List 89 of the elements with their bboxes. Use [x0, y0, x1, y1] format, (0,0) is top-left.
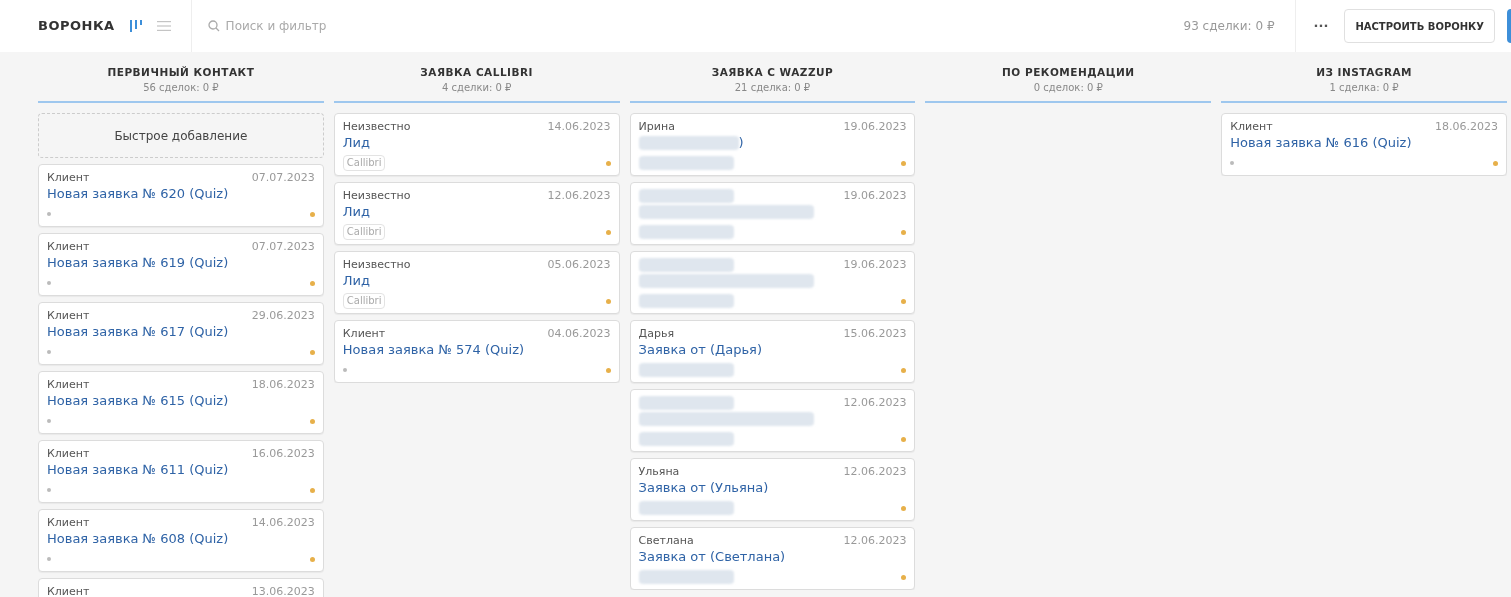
deal-date: 04.06.2023 [547, 327, 611, 341]
deal-date: 14.06.2023 [251, 516, 315, 530]
column-title: ПЕРВИЧНЫЙ КОНТАКТ [107, 65, 255, 80]
source-tag: Callibri [342, 293, 386, 309]
deal-card[interactable]: Клиент 13.06.2023 [38, 578, 324, 597]
search-icon [207, 20, 220, 32]
deal-title[interactable]: Лид [342, 272, 370, 289]
deal-date: 05.06.2023 [547, 258, 611, 272]
deal-card[interactable]: Ульяна 12.06.2023 Заявка от (Ульяна) [629, 458, 916, 521]
deal-card[interactable]: Клиент 18.06.2023 Новая заявка № 616 (Quiz) [1221, 113, 1507, 176]
deal-title[interactable]: Заявка от (Дарья) [638, 341, 762, 358]
deal-card[interactable]: Неизвестно 05.06.2023 Лид Callibri [333, 251, 620, 314]
column-title: ИЗ INSTAGRAM [1316, 65, 1413, 80]
deal-title[interactable]: Новая заявка № 615 (Quiz) [47, 392, 229, 409]
deal-date: 19.06.2023 [843, 258, 907, 272]
deal-card[interactable]: Клиент 04.06.2023 Новая заявка № 574 (Quiz) [333, 320, 620, 383]
deal-date: 07.07.2023 [251, 240, 315, 254]
contact-name: Неизвестно [342, 258, 411, 272]
deal-title[interactable]: Лид [342, 134, 370, 151]
deal-title[interactable]: Заявка от (Светлана) [638, 548, 786, 565]
deal-card[interactable]: Неизвестно 14.06.2023 Лид Callibri [333, 113, 620, 176]
deal-title[interactable]: Новая заявка № 611 (Quiz) [47, 461, 229, 478]
column-title: ЗАЯВКА С WAZZUP [711, 65, 834, 80]
more-button[interactable]: ··· [1309, 16, 1333, 36]
deal-title[interactable]: Новая заявка № 608 (Quiz) [47, 530, 229, 547]
deal-card[interactable]: Дарья 15.06.2023 Заявка от (Дарья) [629, 320, 916, 383]
column-summary: 1 сделка: 0 ₽ [1329, 81, 1399, 95]
deal-date: 16.06.2023 [251, 447, 315, 461]
deal-title[interactable]: Новая заявка № 619 (Quiz) [47, 254, 229, 271]
deal-title[interactable]: ) [738, 134, 744, 151]
column-title: ПО РЕКОМЕНДАЦИИ [1002, 65, 1135, 80]
deal-date: 12.06.2023 [843, 465, 907, 479]
contact-name: Клиент [1230, 120, 1273, 134]
deal-date: 19.06.2023 [843, 189, 907, 203]
contact-name: Клиент [47, 240, 90, 254]
deal-title[interactable]: Лид [342, 203, 370, 220]
source-tag: Callibri [342, 155, 386, 171]
deal-card[interactable]: Клиент 16.06.2023 Новая заявка № 611 (Quiz) [38, 440, 324, 503]
deal-date: 19.06.2023 [843, 120, 907, 134]
contact-name: Светлана [638, 534, 694, 548]
deal-title[interactable]: Новая заявка № 620 (Quiz) [47, 185, 229, 202]
deal-title[interactable]: Новая заявка № 574 (Quiz) [342, 341, 525, 358]
deal-card[interactable]: Клиент 18.06.2023 Новая заявка № 615 (Quiz) [38, 371, 324, 434]
list-view-icon[interactable] [156, 19, 171, 33]
deal-card[interactable]: Ирина 19.06.2023 ) [629, 113, 916, 176]
deal-date: 29.06.2023 [251, 309, 315, 323]
deal-date: 07.07.2023 [251, 171, 315, 185]
setup-funnel-button[interactable]: НАСТРОИТЬ ВОРОНКУ [1344, 9, 1495, 43]
deal-date: 18.06.2023 [1435, 120, 1498, 134]
deal-card[interactable]: Светлана 12.06.2023 Заявка от (Светлана) [629, 527, 916, 590]
kanban-view-icon[interactable] [128, 19, 143, 33]
deal-title[interactable]: Новая заявка № 616 (Quiz) [1230, 134, 1412, 151]
column-title: ЗАЯВКА CALLIBRI [420, 65, 533, 80]
search-field[interactable]: Поиск и фильтр [225, 17, 426, 35]
contact-name: Дарья [638, 327, 674, 341]
contact-name: Клиент [342, 327, 386, 341]
contact-name: Клиент [47, 585, 90, 597]
contact-name: Клиент [47, 171, 90, 185]
deal-date: 12.06.2023 [843, 396, 907, 410]
deal-date: 12.06.2023 [843, 534, 907, 548]
deal-title[interactable]: Заявка от (Ульяна) [638, 479, 769, 496]
deal-card[interactable]: Клиент 07.07.2023 Новая заявка № 619 (Quiz) [38, 233, 324, 296]
column-summary: 56 сделок: 0 ₽ [143, 81, 219, 95]
contact-name: Клиент [47, 516, 90, 530]
deal-card[interactable]: Неизвестно 12.06.2023 Лид Callibri [333, 182, 620, 245]
contact-name: Неизвестно [342, 120, 411, 134]
contact-name: Клиент [47, 378, 90, 392]
deal-date: 18.06.2023 [251, 378, 315, 392]
deal-date: 12.06.2023 [547, 189, 611, 203]
column-summary: 0 сделок: 0 ₽ [1033, 81, 1103, 95]
deals-total: 93 сделки: 0 ₽ [1183, 18, 1276, 35]
page-title: ВОРОНКА [38, 17, 115, 36]
contact-name: Клиент [47, 447, 90, 461]
deal-date: 13.06.2023 [251, 585, 315, 597]
contact-name: Ирина [638, 120, 675, 134]
source-tag: Callibri [342, 224, 386, 240]
contact-name: Ульяна [638, 465, 680, 479]
column-summary: 4 сделки: 0 ₽ [441, 81, 512, 95]
deal-card[interactable]: Клиент 14.06.2023 Новая заявка № 608 (Quiz) [38, 509, 324, 572]
deal-date: 15.06.2023 [843, 327, 907, 341]
deal-title[interactable]: Новая заявка № 617 (Quiz) [47, 323, 229, 340]
column-summary: 21 сделка: 0 ₽ [734, 81, 811, 95]
deal-date: 14.06.2023 [547, 120, 611, 134]
quick-add-button[interactable]: Быстрое добавление [38, 113, 324, 158]
contact-name: Неизвестно [342, 189, 411, 203]
primary-button-edge[interactable] [1507, 9, 1511, 43]
deal-card[interactable]: Клиент 07.07.2023 Новая заявка № 620 (Quiz) [38, 164, 324, 227]
contact-name: Клиент [47, 309, 90, 323]
deal-card[interactable]: Клиент 29.06.2023 Новая заявка № 617 (Quiz) [38, 302, 324, 365]
